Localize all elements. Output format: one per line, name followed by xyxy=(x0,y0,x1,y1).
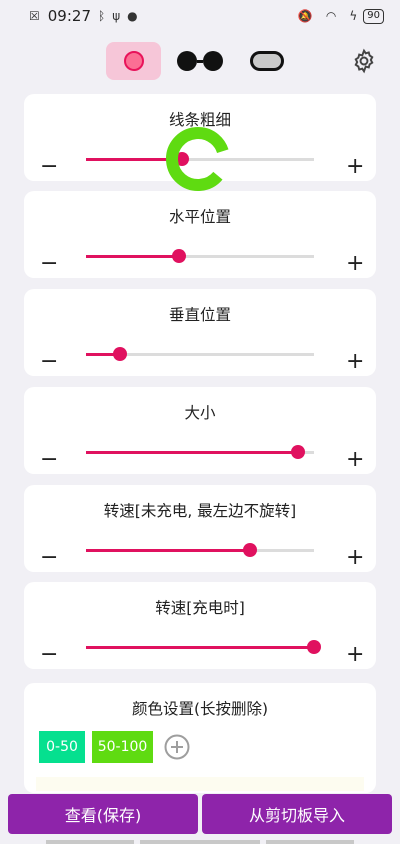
dots-style-button[interactable] xyxy=(176,42,224,80)
slider-label: 垂直位置 xyxy=(168,306,231,324)
increase-button[interactable]: + xyxy=(346,449,364,471)
settings-gear-icon[interactable] xyxy=(351,48,377,74)
slider-card-speed-uncharged: 转速[未充电, 最左边不旋转] − + xyxy=(24,485,376,572)
add-color-icon[interactable] xyxy=(164,734,190,760)
mute-icon: 🔕 xyxy=(297,9,313,23)
slider-thumb[interactable] xyxy=(307,640,321,654)
slider-track[interactable] xyxy=(86,640,321,654)
style-toolbar xyxy=(0,40,400,84)
slider-track[interactable] xyxy=(86,347,314,361)
nav-bar-segment xyxy=(46,840,134,844)
pill-style-icon xyxy=(250,51,284,71)
slider-label: 转速[充电时] xyxy=(155,599,245,617)
decrease-button[interactable]: − xyxy=(40,547,58,569)
dot-right-icon xyxy=(203,51,223,71)
slider-card-speed-charging: 转速[充电时] − + xyxy=(24,582,376,669)
slider-fill xyxy=(86,646,314,649)
slider-track[interactable] xyxy=(86,543,314,557)
slider-fill xyxy=(86,451,299,454)
increase-button[interactable]: + xyxy=(346,351,364,373)
notification-x-icon: ☒ xyxy=(29,9,40,23)
color-range-chip[interactable]: 50-100 xyxy=(92,731,153,763)
color-range-chip[interactable]: 0-50 xyxy=(39,731,85,763)
slider-card-horizontal-position: 水平位置 − + xyxy=(24,191,376,278)
decrease-button[interactable]: − xyxy=(40,156,58,178)
slider-thumb[interactable] xyxy=(291,445,306,459)
battery-indicator: 90 xyxy=(363,8,384,24)
ring-style-button[interactable] xyxy=(106,42,161,80)
decrease-button[interactable]: − xyxy=(40,449,58,471)
slider-thumb[interactable] xyxy=(113,347,128,361)
bluetooth-icon: ᛒ xyxy=(98,9,106,23)
status-bar: ☒ 09:27 ᛒ ψ ● 🔕 ◠ ϟ 90 xyxy=(0,0,400,32)
charging-icon: ϟ xyxy=(349,9,358,23)
slider-card-vertical-position: 垂直位置 − + xyxy=(24,289,376,376)
view-save-button[interactable]: 查看(保存) xyxy=(8,794,198,834)
ring-style-icon xyxy=(123,51,144,71)
nav-bar-segment xyxy=(266,840,354,844)
color-preview-strip xyxy=(36,777,364,791)
color-settings-card: 颜色设置(长按删除) 0-50 50-100 xyxy=(24,683,376,793)
slider-label: 水平位置 xyxy=(168,208,231,226)
increase-button[interactable]: + xyxy=(346,253,364,275)
decrease-button[interactable]: − xyxy=(40,644,58,666)
decrease-button[interactable]: − xyxy=(40,351,58,373)
slider-fill xyxy=(86,549,251,552)
slider-track[interactable] xyxy=(86,445,314,459)
slider-label: 大小 xyxy=(184,404,216,422)
decrease-button[interactable]: − xyxy=(40,253,58,275)
dot-left-icon xyxy=(177,51,197,71)
increase-button[interactable]: + xyxy=(346,547,364,569)
wifi-icon: ◠ xyxy=(325,9,337,23)
ring-preview-icon xyxy=(166,127,230,191)
increase-button[interactable]: + xyxy=(346,156,364,178)
slider-track[interactable] xyxy=(86,249,314,263)
status-time: 09:27 xyxy=(47,7,91,25)
slider-card-size: 大小 − + xyxy=(24,387,376,474)
vpn-icon: ● xyxy=(127,9,138,23)
slider-thumb[interactable] xyxy=(172,249,187,263)
color-settings-title: 颜色设置(长按删除) xyxy=(131,700,269,718)
pill-style-button[interactable] xyxy=(246,42,288,80)
slider-thumb[interactable] xyxy=(243,543,258,557)
nav-bar-segment xyxy=(140,840,260,844)
slider-fill xyxy=(86,255,180,258)
increase-button[interactable]: + xyxy=(346,644,364,666)
usb-icon: ψ xyxy=(112,9,121,23)
import-clipboard-button[interactable]: 从剪切板导入 xyxy=(202,794,392,834)
slider-label: 转速[未充电, 最左边不旋转] xyxy=(103,502,297,520)
